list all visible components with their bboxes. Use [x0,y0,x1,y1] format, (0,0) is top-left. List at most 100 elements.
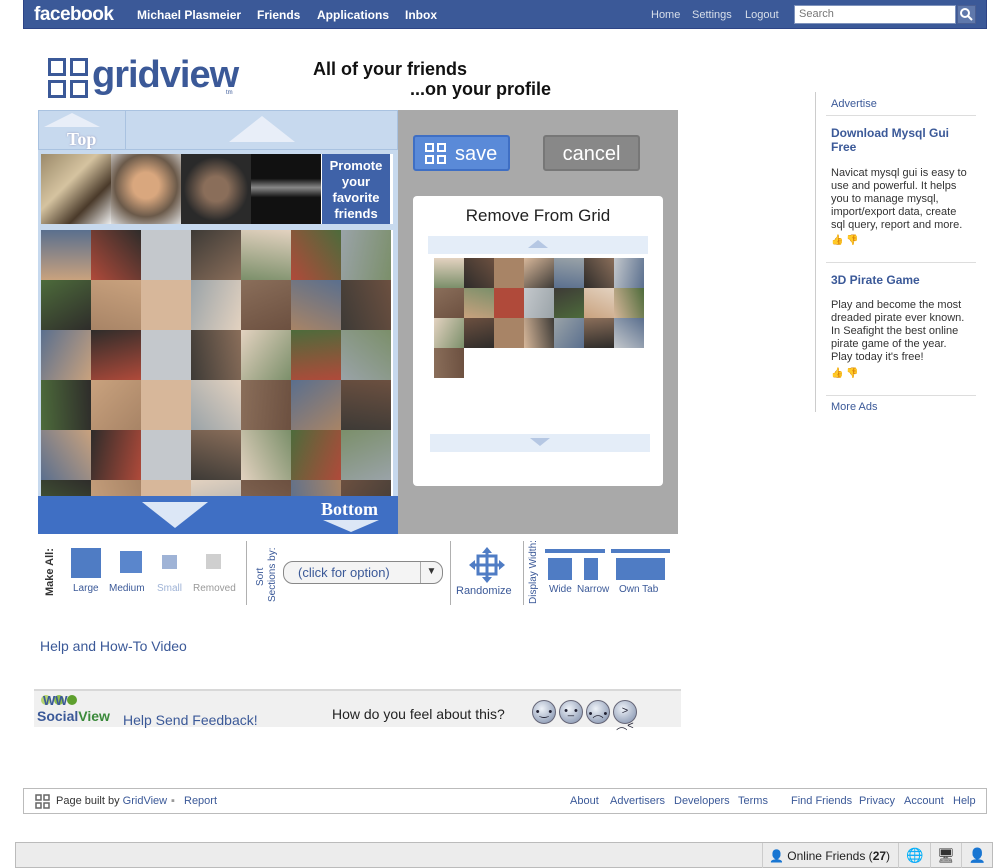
width-narrow-label[interactable]: Narrow [577,584,609,595]
thumbs-up-icon[interactable]: 👍 [831,235,843,246]
remove-scroll-down[interactable] [430,434,650,452]
friend-photo[interactable] [524,318,554,348]
friend-photo[interactable] [41,230,91,280]
friend-photo[interactable] [241,380,291,430]
friend-photo[interactable] [191,230,241,280]
footer-find-friends-link[interactable]: Find Friends [791,795,852,807]
size-removed-label[interactable]: Removed [193,583,236,594]
friend-photo[interactable] [91,480,141,496]
friend-photo[interactable] [464,318,494,348]
friend-photo[interactable] [434,288,464,318]
footer-privacy-link[interactable]: Privacy [859,795,895,807]
size-large-label[interactable]: Large [73,583,99,594]
angry-face-icon[interactable]: >︵< [613,700,637,732]
friend-photo[interactable] [614,258,644,288]
friend-photo[interactable] [111,154,181,224]
friend-photo[interactable] [464,288,494,318]
friend-photo[interactable] [341,330,391,380]
friend-photo[interactable] [241,280,291,330]
nav-applications[interactable]: Applications [317,8,389,22]
arrow-down-icon[interactable] [142,502,208,528]
friend-photo[interactable] [91,430,141,480]
size-removed-button[interactable] [206,554,221,569]
report-link[interactable]: Report [184,795,217,807]
ad-title[interactable]: 3D Pirate Game [831,273,966,287]
friend-photo[interactable] [141,430,191,480]
width-wide-button[interactable] [548,558,572,580]
size-large-button[interactable] [71,548,101,578]
friend-photo[interactable] [141,380,191,430]
friend-photo[interactable] [291,430,341,480]
friend-photo[interactable] [464,258,494,288]
friend-photo[interactable] [291,280,341,330]
gridview-link[interactable]: GridView [123,795,167,807]
friend-photo[interactable] [241,230,291,280]
randomize-label[interactable]: Randomize [456,585,512,597]
send-feedback-link[interactable]: Help Send Feedback! [123,712,258,728]
friend-photo[interactable] [241,430,291,480]
friend-photo[interactable] [554,318,584,348]
arrow-up-icon[interactable] [229,116,295,142]
friend-photo[interactable] [191,480,241,496]
scroll-top-strip[interactable]: Top [38,110,398,151]
socialview-logo[interactable]: SocialView [37,708,110,724]
size-medium-label[interactable]: Medium [109,583,145,594]
width-wide-label[interactable]: Wide [549,584,572,595]
nav-profile[interactable]: Michael Plasmeier [137,8,241,22]
thumbs-up-icon[interactable]: 👍 [831,368,843,379]
remove-scroll-up[interactable] [428,236,648,254]
scroll-top-label[interactable]: Top [67,129,96,150]
globe-icon[interactable]: 🌐 [900,843,931,868]
nav-logout[interactable]: Logout [745,9,779,21]
friend-photo[interactable] [41,154,111,224]
friend-photo[interactable] [494,258,524,288]
friend-photo[interactable] [91,230,141,280]
friend-photo[interactable] [141,230,191,280]
friend-photo[interactable] [191,430,241,480]
thumbs-down-icon[interactable]: 👎 [846,368,858,379]
chat-status-icon[interactable]: 👤 [962,843,993,868]
friend-photo[interactable] [494,318,524,348]
sad-face-icon[interactable]: •︵• [586,700,610,724]
friend-photo[interactable] [341,480,391,496]
width-own-tab-label[interactable]: Own Tab [619,584,658,595]
footer-help-link[interactable]: Help [953,795,976,807]
friend-photo[interactable] [181,154,251,224]
friend-photo[interactable] [341,430,391,480]
width-narrow-button[interactable] [584,558,598,580]
friend-photo[interactable] [41,330,91,380]
footer-developers-link[interactable]: Developers [674,795,730,807]
friend-photo[interactable] [41,280,91,330]
friend-photo[interactable] [291,230,341,280]
friend-photo[interactable] [41,430,91,480]
friend-photo[interactable] [141,280,191,330]
more-ads-link[interactable]: More Ads [831,401,877,413]
friend-photo[interactable] [524,288,554,318]
friend-photo[interactable] [41,380,91,430]
scroll-bottom-label[interactable]: Bottom [321,499,378,520]
randomize-icon[interactable] [469,547,505,583]
nav-inbox[interactable]: Inbox [405,8,437,22]
chevron-down-icon[interactable]: ▼ [420,562,442,583]
online-friends-button[interactable]: 👤 Online Friends (27) [762,843,899,868]
friend-photo[interactable] [554,288,584,318]
search-button[interactable] [957,5,976,24]
size-medium-button[interactable] [120,551,142,573]
friend-photo[interactable] [524,258,554,288]
neutral-face-icon[interactable]: •_• [559,700,583,724]
friend-photo[interactable] [251,154,321,224]
nav-home[interactable]: Home [651,9,680,21]
cancel-button[interactable]: cancel [543,135,640,171]
friend-photo[interactable] [191,280,241,330]
size-small-button[interactable] [162,555,177,569]
application-icon[interactable]: 🖥 [931,843,962,868]
friend-photo[interactable] [241,480,291,496]
friend-photo[interactable] [241,330,291,380]
friend-photo[interactable] [291,380,341,430]
help-video-link[interactable]: Help and How-To Video [40,638,187,654]
friend-photo[interactable] [341,230,391,280]
friend-photo[interactable] [434,258,464,288]
footer-account-link[interactable]: Account [904,795,944,807]
friend-photo[interactable] [341,280,391,330]
friend-photo[interactable] [494,288,524,318]
